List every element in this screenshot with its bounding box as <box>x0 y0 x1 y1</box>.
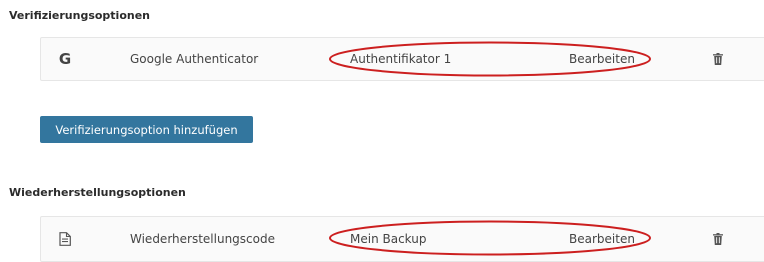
edit-recovery-link[interactable]: Bearbeiten <box>569 232 635 246</box>
verification-options-title: Verifizierungsoptionen <box>9 9 151 22</box>
recovery-option-name: Wiederherstellungscode <box>130 232 275 246</box>
recovery-option-label: Mein Backup <box>350 232 427 246</box>
verification-option-name: Google Authenticator <box>130 52 259 66</box>
google-g-icon: G <box>58 50 72 68</box>
recovery-options-title: Wiederherstellungsoptionen <box>9 186 186 199</box>
document-icon <box>59 232 71 246</box>
trash-icon[interactable] <box>713 53 723 65</box>
verification-option-row: G Google Authenticator Authentifikator 1… <box>40 37 764 81</box>
trash-icon[interactable] <box>713 233 723 245</box>
edit-verification-link[interactable]: Bearbeiten <box>569 52 635 66</box>
add-verification-option-button[interactable]: Verifizierungsoption hinzufügen <box>40 116 253 143</box>
verification-option-label: Authentifikator 1 <box>350 52 452 66</box>
recovery-option-row: Wiederherstellungscode Mein Backup Bearb… <box>40 216 764 262</box>
